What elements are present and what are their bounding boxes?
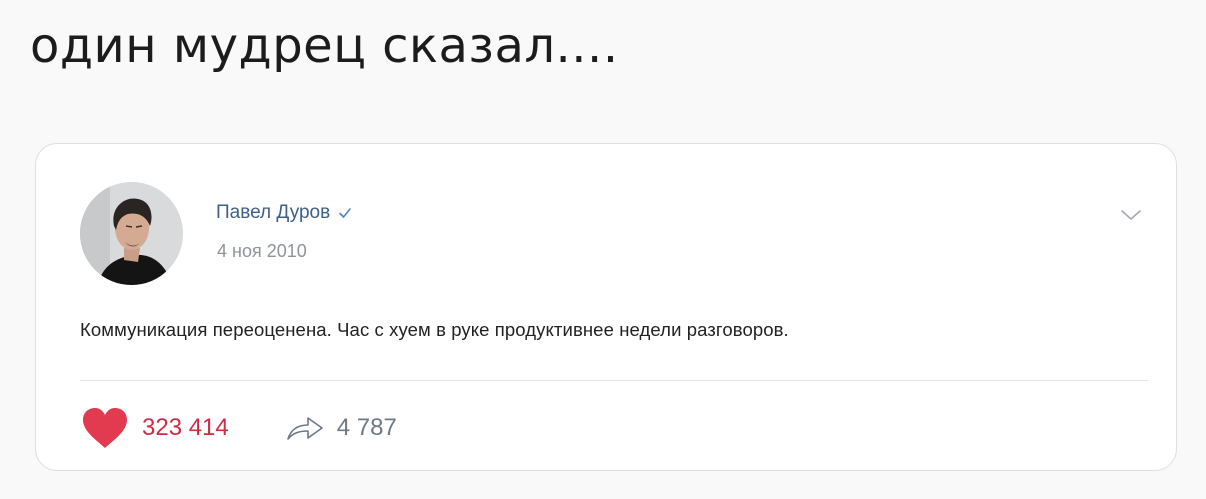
divider [80, 380, 1148, 381]
post-card: Павел Дуров 4 ноя 2010 Коммуникация пере… [35, 143, 1177, 471]
share-count: 4 787 [336, 414, 397, 441]
author-avatar[interactable] [80, 182, 183, 285]
heart-icon [83, 408, 127, 448]
like-count: 323 414 [142, 414, 229, 441]
post-date[interactable]: 4 ноя 2010 [217, 241, 307, 262]
share-arrow-icon [286, 417, 323, 440]
chevron-down-icon[interactable] [1120, 208, 1142, 222]
author-name[interactable]: Павел Дуров [216, 202, 330, 224]
avatar-photo-icon [80, 182, 183, 285]
share-button[interactable]: 4 787 [285, 413, 397, 443]
author-name-link[interactable]: Павел Дуров [216, 202, 352, 224]
like-button[interactable]: 323 414 [80, 406, 229, 450]
verified-check-icon [339, 208, 352, 218]
post-actions: 323 414 4 787 [80, 406, 397, 450]
meme-caption: один мудрец сказал.... [30, 18, 619, 74]
post-text: Коммуникация переоценена. Час с хуем в р… [80, 319, 789, 340]
